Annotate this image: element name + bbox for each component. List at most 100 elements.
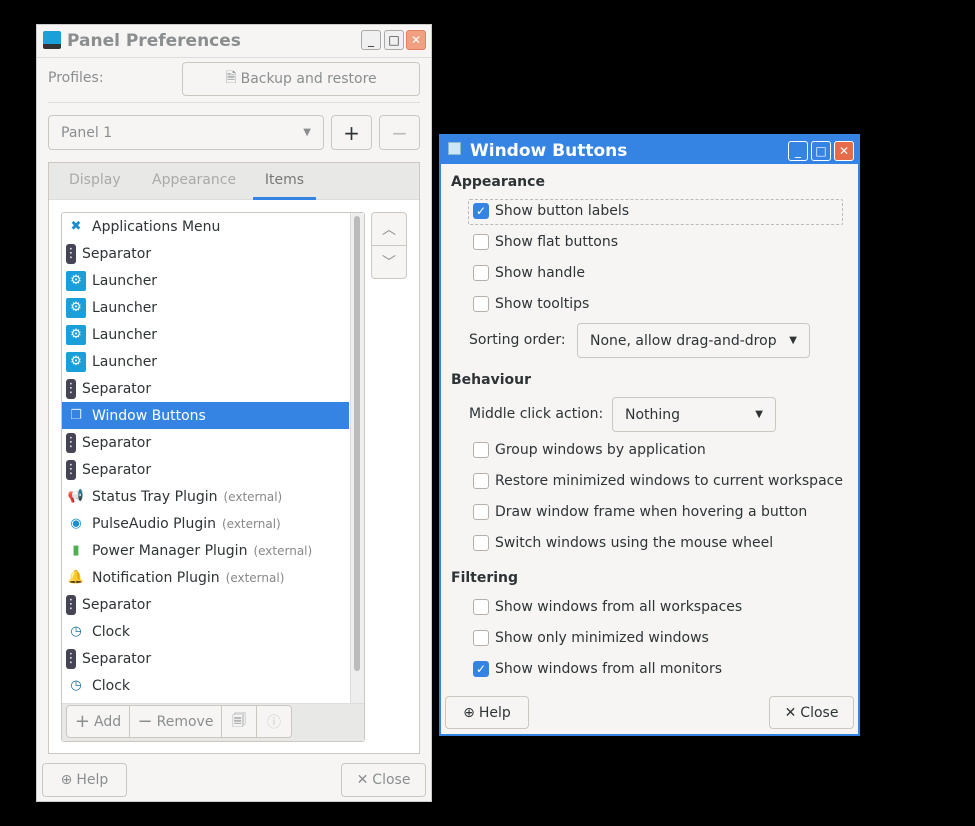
dialog-help-button[interactable]: ⊕ Help (445, 696, 529, 729)
dialog-close-button[interactable]: ✕ Close (769, 696, 854, 729)
edit-item-button[interactable]: 🗐 (221, 705, 257, 738)
list-item[interactable]: ⋮ Separator (62, 429, 349, 456)
list-item[interactable]: ⋮ Separator (62, 645, 349, 672)
checkbox-box (473, 296, 489, 312)
checkbox-box (473, 234, 489, 250)
close-window-button[interactable]: ✕ (406, 30, 426, 50)
add-panel-button[interactable]: + (331, 115, 372, 150)
tab-appearance[interactable]: Appearance (152, 172, 236, 188)
list-item[interactable]: ⚙ Launcher (62, 267, 349, 294)
item-label: Applications Menu (92, 218, 221, 235)
launcher-icon: ⚙ (66, 324, 86, 345)
move-up-button[interactable]: ︿ (371, 212, 407, 246)
document-edit-icon: 🗐 (232, 712, 246, 729)
switch-wheel-checkbox[interactable]: Switch windows using the mouse wheel (473, 535, 773, 551)
info-icon: ⓘ (267, 714, 281, 731)
list-item[interactable]: ◷ Clock (62, 618, 349, 645)
show-tooltips-checkbox[interactable]: Show tooltips (473, 296, 589, 312)
appearance-heading: Appearance (451, 174, 545, 190)
all-workspaces-checkbox[interactable]: Show windows from all workspaces (473, 599, 742, 615)
show-flat-buttons-checkbox[interactable]: Show flat buttons (473, 234, 618, 250)
middle-click-select[interactable]: Nothing ▼ (612, 397, 776, 432)
checkbox-box (473, 504, 489, 520)
checkmark-icon: ✓ (473, 203, 489, 219)
chevron-up-icon: ︿ (382, 222, 396, 238)
dialog-title: Window Buttons (470, 141, 628, 161)
tab-items[interactable]: Items (253, 172, 316, 200)
separator-icon: ⋮ (65, 432, 78, 453)
list-item[interactable]: ◷ Clock (62, 672, 349, 699)
list-item[interactable]: ⚙ Launcher (62, 348, 349, 375)
remove-panel-button[interactable]: − (379, 115, 420, 150)
list-item[interactable]: ⚙ Launcher (62, 321, 349, 348)
item-label: Launcher (92, 299, 158, 316)
all-monitors-checkbox[interactable]: ✓ Show windows from all monitors (473, 661, 722, 677)
chevron-down-icon: ﹀ (382, 255, 396, 271)
window-buttons-icon (448, 142, 461, 155)
about-item-button[interactable]: ⓘ (256, 705, 292, 738)
item-label: Separator (82, 461, 152, 478)
scrollbar-thumb[interactable] (354, 216, 360, 671)
list-item[interactable]: ✖ Applications Menu (62, 213, 349, 240)
item-label: Status Tray Plugin (92, 488, 218, 505)
close-window-button[interactable]: ✕ (834, 141, 854, 161)
list-item[interactable]: ⋮ Separator (62, 375, 349, 402)
behaviour-heading: Behaviour (451, 372, 531, 388)
list-item[interactable]: ⚙ Launcher (62, 294, 349, 321)
show-button-labels-checkbox[interactable]: ✓ Show button labels (473, 203, 629, 219)
minimize-button[interactable]: _ (361, 30, 381, 50)
archive-icon: 🗎 (225, 70, 237, 86)
close-icon: ✕ (784, 704, 797, 721)
remove-item-button[interactable]: − Remove (129, 705, 222, 738)
list-item[interactable]: ⋮ Separator (62, 591, 349, 618)
close-icon: ✕ (356, 772, 369, 788)
item-label: Separator (82, 380, 152, 397)
list-item[interactable]: ⋮ Separator (62, 240, 349, 267)
list-item[interactable]: ◉ PulseAudio Plugin (external) (62, 510, 349, 537)
item-external-tag: (external) (253, 543, 313, 558)
maximize-button[interactable]: □ (811, 141, 831, 161)
launcher-icon: ⚙ (66, 297, 86, 318)
list-item[interactable]: ⋮ Separator (62, 456, 349, 483)
launcher-icon: ⚙ (66, 351, 86, 372)
sorting-order-select[interactable]: None, allow drag-and-drop ▼ (577, 323, 810, 358)
list-item[interactable]: 📢 Status Tray Plugin (external) (62, 483, 349, 510)
list-item[interactable]: ▮ Power Manager Plugin (external) (62, 537, 349, 564)
maximize-button[interactable]: □ (384, 30, 404, 50)
list-item[interactable]: ❐ Window Buttons (62, 402, 349, 429)
item-label: Window Buttons (92, 407, 206, 424)
help-button[interactable]: ⊕ Help (42, 763, 127, 797)
minimize-button[interactable]: _ (788, 141, 808, 161)
checkbox-box (473, 535, 489, 551)
minus-icon: − (137, 711, 153, 732)
separator-icon: ⋮ (65, 459, 78, 480)
only-minimized-checkbox[interactable]: Show only minimized windows (473, 630, 709, 646)
profiles-label: Profiles: (48, 70, 104, 86)
move-down-button[interactable]: ﹀ (371, 245, 407, 279)
panel-select[interactable]: Panel 1 ▼ (48, 115, 324, 150)
draw-frame-checkbox[interactable]: Draw window frame when hovering a button (473, 504, 807, 520)
add-item-button[interactable]: + Add (66, 705, 130, 738)
restore-minimized-checkbox[interactable]: Restore minimized windows to current wor… (473, 473, 843, 489)
clock-icon: ◷ (70, 678, 82, 693)
item-external-tag: (external) (225, 570, 285, 585)
help-icon: ⊕ (463, 704, 475, 721)
chevron-down-icon: ▼ (755, 409, 763, 420)
plus-icon: + (74, 711, 90, 732)
item-external-tag: (external) (223, 489, 283, 504)
filtering-heading: Filtering (451, 570, 519, 586)
backup-restore-button[interactable]: 🗎 Backup and restore (182, 62, 420, 96)
applications-menu-icon: ✖ (70, 219, 82, 234)
separator-icon: ⋮ (65, 648, 78, 669)
show-handle-checkbox[interactable]: Show handle (473, 265, 585, 281)
close-button[interactable]: ✕ Close (341, 763, 426, 797)
sorting-label: Sorting order: (469, 332, 566, 348)
middle-click-label: Middle click action: (469, 406, 604, 422)
divider (37, 57, 431, 58)
item-label: Launcher (92, 272, 158, 289)
group-windows-checkbox[interactable]: Group windows by application (473, 442, 706, 458)
item-label: Separator (82, 245, 152, 262)
item-label: Separator (82, 434, 152, 451)
list-item[interactable]: 🔔 Notification Plugin (external) (62, 564, 349, 591)
tab-display[interactable]: Display (69, 172, 121, 188)
